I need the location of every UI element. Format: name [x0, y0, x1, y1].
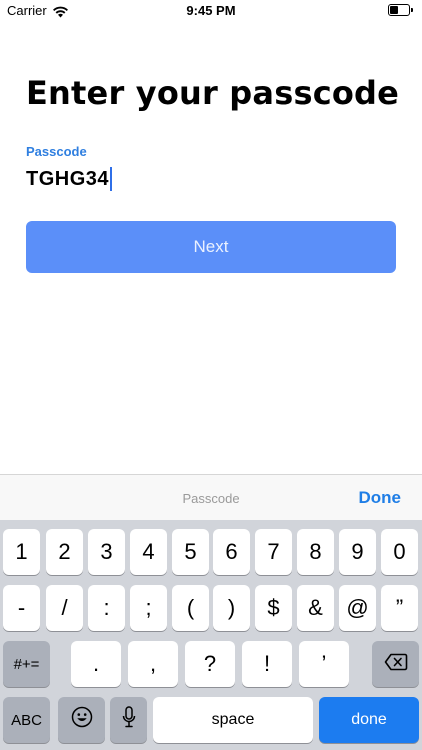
dictation-key[interactable]	[110, 697, 147, 743]
symbols-key[interactable]: #+=	[3, 641, 50, 687]
clock: 9:45 PM	[186, 3, 236, 18]
battery-icon	[388, 4, 413, 16]
key-2[interactable]: 2	[46, 529, 83, 575]
key-comma[interactable]: ,	[128, 641, 178, 687]
done-key[interactable]: done	[319, 697, 419, 743]
key-8[interactable]: 8	[297, 529, 334, 575]
key-semicolon[interactable]: ;	[130, 585, 167, 631]
emoji-icon	[71, 706, 93, 734]
key-9[interactable]: 9	[339, 529, 376, 575]
key-at[interactable]: @	[339, 585, 376, 631]
key-0[interactable]: 0	[381, 529, 418, 575]
passcode-input[interactable]: TGHG34	[26, 166, 113, 192]
key-slash[interactable]: /	[46, 585, 83, 631]
key-question[interactable]: ?	[185, 641, 235, 687]
numeric-keyboard: 1 2 3 4 5 6 7 8 9 0 - / : ; ( ) $ & @ ” …	[0, 520, 422, 750]
space-key[interactable]: space	[153, 697, 313, 743]
key-apostrophe[interactable]: ’	[299, 641, 349, 687]
passcode-field-label: Passcode	[26, 144, 87, 159]
key-4[interactable]: 4	[130, 529, 167, 575]
emoji-key[interactable]	[58, 697, 105, 743]
key-3[interactable]: 3	[88, 529, 125, 575]
status-bar: Carrier 9:45 PM	[0, 0, 422, 24]
key-7[interactable]: 7	[255, 529, 292, 575]
key-colon[interactable]: :	[88, 585, 125, 631]
key-5[interactable]: 5	[172, 529, 209, 575]
key-dollar[interactable]: $	[255, 585, 292, 631]
passcode-value: TGHG34	[26, 167, 110, 190]
key-exclamation[interactable]: !	[242, 641, 292, 687]
key-quote[interactable]: ”	[381, 585, 418, 631]
key-1[interactable]: 1	[3, 529, 40, 575]
key-open-paren[interactable]: (	[172, 585, 209, 631]
abc-key[interactable]: ABC	[3, 697, 50, 743]
backspace-key[interactable]	[372, 641, 419, 687]
key-6[interactable]: 6	[213, 529, 250, 575]
key-ampersand[interactable]: &	[297, 585, 334, 631]
keyboard-accessory-bar: Passcode Done	[0, 474, 422, 520]
key-close-paren[interactable]: )	[213, 585, 250, 631]
key-period[interactable]: .	[71, 641, 121, 687]
key-hyphen[interactable]: -	[3, 585, 40, 631]
text-caret	[110, 167, 113, 191]
done-button[interactable]: Done	[359, 488, 402, 508]
page-title: Enter your passcode	[26, 74, 400, 112]
microphone-icon	[122, 706, 136, 734]
next-button[interactable]: Next	[26, 221, 396, 273]
backspace-icon	[384, 651, 408, 677]
